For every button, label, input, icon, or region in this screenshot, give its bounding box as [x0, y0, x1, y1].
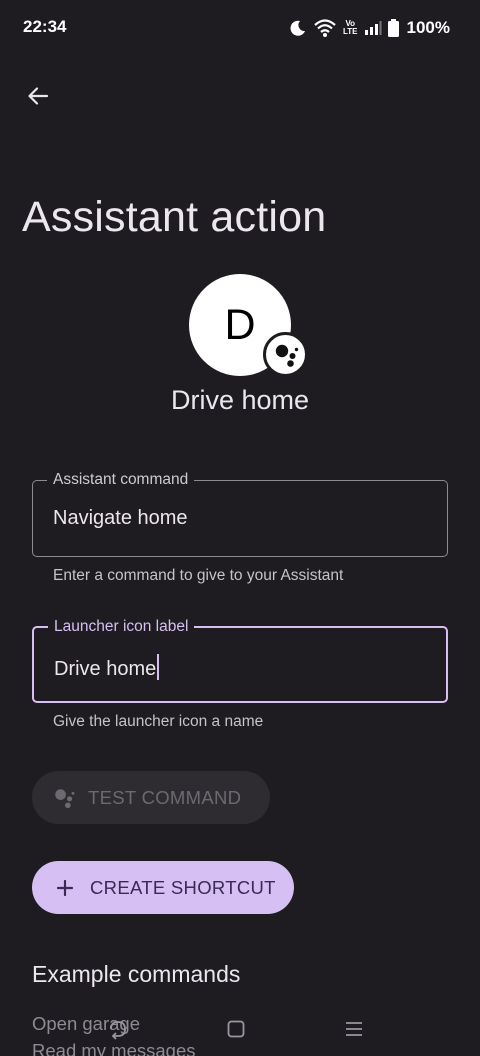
- assistant-command-field[interactable]: Assistant command Navigate home: [32, 470, 448, 557]
- volte-indicator: Vo LTE: [343, 20, 358, 36]
- home-nav-icon[interactable]: [225, 1018, 247, 1040]
- create-shortcut-label: CREATE SHORTCUT: [90, 876, 276, 898]
- launcher-label-helper: Give the launcher icon a name: [53, 713, 264, 730]
- assistant-command-helper: Enter a command to give to your Assistan…: [53, 567, 344, 584]
- battery-percent: 100%: [406, 18, 450, 37]
- back-button[interactable]: [18, 76, 58, 116]
- example-commands-heading: Example commands: [32, 961, 241, 987]
- launcher-label-field[interactable]: Launcher icon label Drive home: [32, 617, 448, 703]
- menu-nav-icon[interactable]: [343, 1018, 365, 1040]
- assistant-command-value[interactable]: Navigate home: [53, 507, 423, 530]
- battery-icon: [387, 19, 399, 37]
- assistant-badge: [263, 332, 308, 377]
- test-command-button[interactable]: TEST COMMAND: [32, 771, 270, 824]
- do-not-disturb-moon-icon: [290, 20, 305, 36]
- signal-icon: [364, 21, 382, 35]
- shortcut-name: Drive home: [170, 385, 310, 415]
- back-nav-icon[interactable]: [107, 1018, 129, 1040]
- launcher-label-input[interactable]: Drive home: [54, 654, 424, 681]
- plus-icon: [56, 879, 74, 896]
- wifi-icon: [314, 19, 336, 37]
- navigation-bar: [0, 1008, 480, 1048]
- page-title: Assistant action: [22, 193, 327, 241]
- status-bar: 22:34 Vo LTE 100%: [0, 0, 480, 56]
- test-command-label: TEST COMMAND: [88, 786, 242, 808]
- status-time: 22:34: [23, 17, 67, 36]
- google-assistant-icon: [275, 344, 298, 367]
- create-shortcut-button[interactable]: CREATE SHORTCUT: [32, 861, 294, 914]
- launcher-label-value: Drive home: [54, 658, 157, 680]
- launcher-label-label: Launcher icon label: [48, 617, 195, 637]
- google-assistant-icon: [55, 788, 75, 808]
- volte-bottom: LTE: [343, 27, 358, 36]
- arrow-left-icon: [28, 87, 49, 105]
- status-icons: Vo LTE 100%: [289, 16, 450, 40]
- assistant-command-label: Assistant command: [47, 470, 195, 490]
- text-caret: [157, 654, 160, 680]
